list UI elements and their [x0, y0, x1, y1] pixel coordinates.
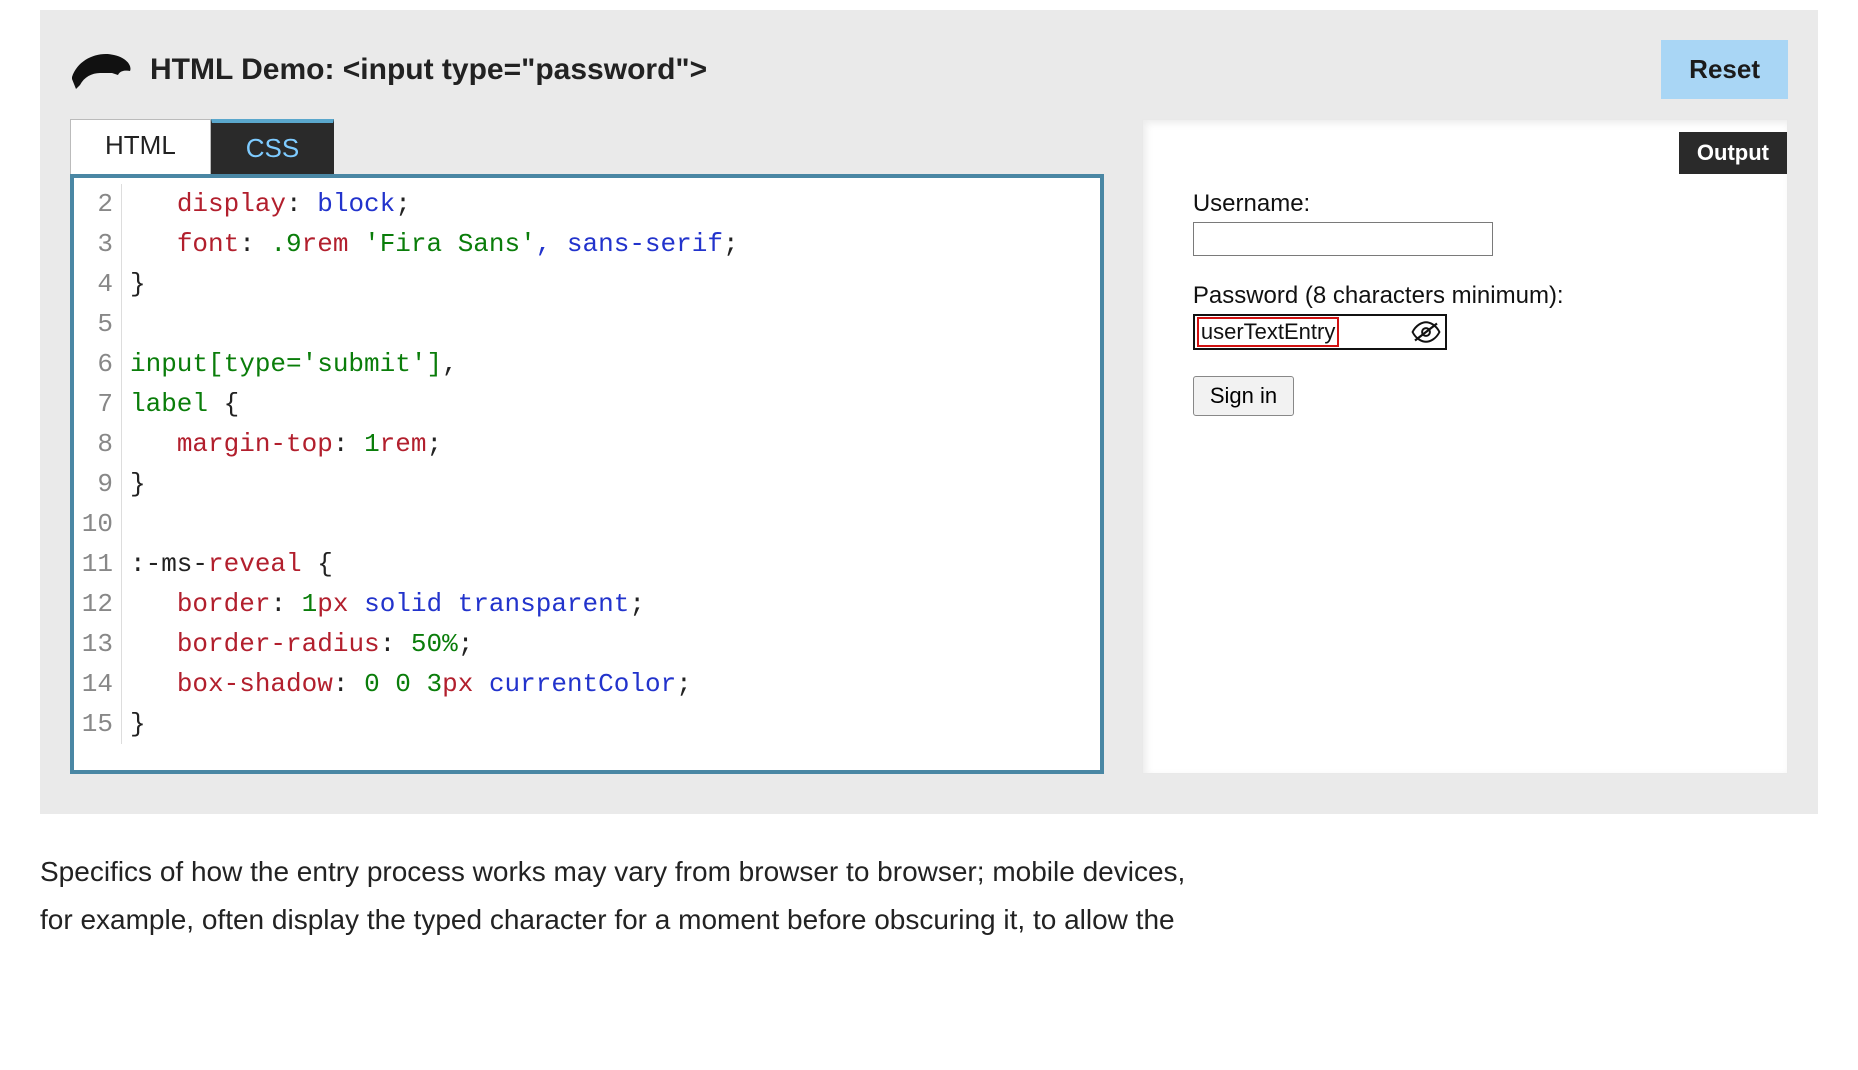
demo-header: HTML Demo: <input type="password"> Reset: [70, 40, 1788, 99]
tab-html[interactable]: HTML: [70, 119, 211, 174]
demo-header-left: HTML Demo: <input type="password">: [70, 49, 707, 91]
line-number: 12: [74, 584, 122, 624]
line-number: 7: [74, 384, 122, 424]
line-number: 6: [74, 344, 122, 384]
demo-body: HTML CSS 2 display: block; 3 font: .9rem…: [70, 119, 1788, 774]
line-number: 14: [74, 664, 122, 704]
line-number: 11: [74, 544, 122, 584]
output-badge: Output: [1679, 132, 1787, 174]
line-number: 4: [74, 264, 122, 304]
password-reveal-icon[interactable]: [1409, 319, 1443, 345]
editor-tabs: HTML CSS: [70, 119, 1104, 174]
password-label: Password (8 characters minimum):: [1193, 282, 1737, 310]
dino-icon: [70, 49, 134, 91]
password-row: Password (8 characters minimum): userTex…: [1193, 282, 1737, 350]
line-number: 15: [74, 704, 122, 744]
line-number: 5: [74, 304, 122, 344]
output-side: Output Username: Password (8 characters …: [1142, 119, 1788, 774]
body-line: Specifics of how the entry process works…: [40, 848, 1818, 896]
body-line: for example, often display the typed cha…: [40, 896, 1818, 944]
body-paragraph: Specifics of how the entry process works…: [40, 848, 1818, 944]
line-number: 8: [74, 424, 122, 464]
line-number: 13: [74, 624, 122, 664]
line-number: 10: [74, 504, 122, 544]
line-number: 3: [74, 224, 122, 264]
tab-css[interactable]: CSS: [211, 119, 334, 174]
demo-title: HTML Demo: <input type="password">: [150, 53, 707, 87]
code-editor[interactable]: 2 display: block; 3 font: .9rem 'Fira Sa…: [70, 174, 1104, 774]
line-number: 9: [74, 464, 122, 504]
username-row: Username:: [1193, 190, 1737, 256]
output-panel: Output Username: Password (8 characters …: [1142, 119, 1788, 774]
line-number: 2: [74, 184, 122, 224]
reset-button[interactable]: Reset: [1661, 40, 1788, 99]
password-value-highlight: userTextEntry: [1197, 317, 1340, 347]
username-input[interactable]: [1193, 222, 1493, 256]
password-input[interactable]: userTextEntry: [1193, 314, 1448, 350]
submit-row: Sign in: [1193, 376, 1737, 416]
demo-block: HTML Demo: <input type="password"> Reset…: [40, 10, 1818, 814]
signin-button[interactable]: Sign in: [1193, 376, 1294, 416]
username-label: Username:: [1193, 190, 1737, 218]
editor-side: HTML CSS 2 display: block; 3 font: .9rem…: [70, 119, 1104, 774]
